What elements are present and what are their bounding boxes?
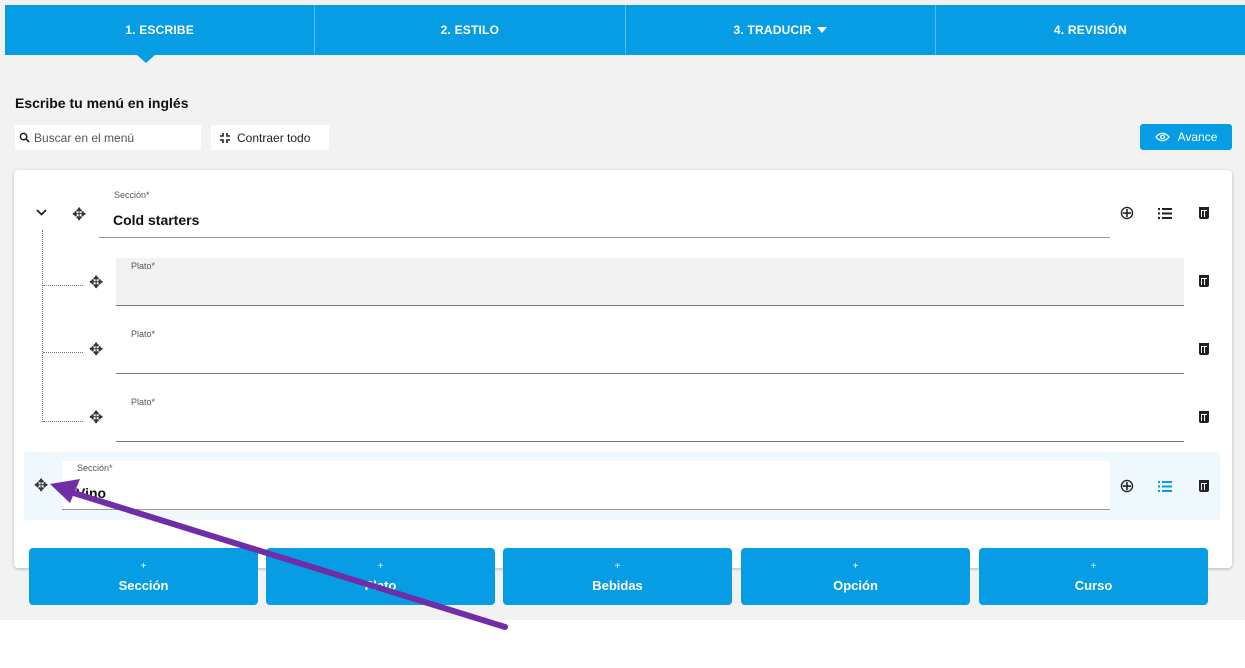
caret-down-icon	[816, 27, 827, 33]
plus-icon: +	[377, 560, 384, 572]
add-course-button[interactable]: + Curso	[979, 548, 1208, 605]
drag-handle-icon[interactable]: ✥	[34, 477, 48, 494]
dish-label: Plato*	[131, 261, 156, 271]
add-section-label: Sección	[118, 577, 169, 593]
step-tabs: 1. ESCRIBE 2. ESTILO 3. TRADUCIR 4. REVI…	[5, 5, 1245, 55]
dish-label: Plato*	[131, 329, 156, 339]
chevron-down-icon[interactable]	[36, 209, 47, 216]
search-input[interactable]: Buscar en el menú	[34, 131, 134, 145]
collapse-all-label: Contraer todo	[237, 130, 311, 145]
drag-handle-icon[interactable]: ✥	[89, 341, 103, 358]
tree-branch	[43, 421, 83, 423]
collapse-all-button[interactable]: Contraer todo	[211, 125, 329, 150]
delete-dish-icon[interactable]	[1199, 275, 1209, 287]
section-field[interactable]	[62, 461, 1110, 509]
add-dish-label: Plato	[364, 577, 397, 593]
dish-underline	[116, 441, 1184, 442]
active-tab-pointer	[137, 55, 155, 63]
add-section-button[interactable]: + Sección	[29, 548, 258, 605]
tab-revision[interactable]: 4. REVISIÓN	[936, 5, 1245, 55]
dish-field[interactable]: Plato*	[116, 258, 1184, 306]
plus-icon: +	[140, 560, 147, 572]
dish-underline	[116, 305, 1184, 306]
add-circle-icon[interactable]: ⊕	[1119, 204, 1135, 223]
page-title: Escribe tu menú en inglés	[15, 95, 189, 111]
drag-handle-icon[interactable]: ✥	[72, 206, 86, 223]
section-label: Sección*	[114, 190, 150, 200]
delete-section-icon[interactable]	[1199, 480, 1209, 492]
drag-handle-icon[interactable]: ✥	[89, 409, 103, 426]
delete-section-icon[interactable]	[1199, 207, 1209, 219]
drag-handle-icon[interactable]: ✥	[89, 274, 103, 291]
dish-field[interactable]: Plato*	[116, 326, 1184, 374]
delete-dish-icon[interactable]	[1199, 343, 1209, 355]
plus-icon: +	[852, 560, 859, 572]
dish-underline	[116, 373, 1184, 374]
tree-branch	[43, 285, 83, 287]
section-name-input[interactable]: Cold starters	[113, 212, 199, 228]
section-label: Sección*	[77, 463, 113, 473]
list-icon[interactable]	[1158, 481, 1172, 492]
tab-traducir[interactable]: 3. TRADUCIR	[626, 5, 936, 55]
list-icon[interactable]	[1158, 208, 1172, 219]
add-option-button[interactable]: + Opción	[741, 548, 970, 605]
delete-dish-icon[interactable]	[1199, 411, 1209, 423]
preview-button[interactable]: Avance	[1140, 124, 1232, 150]
plus-icon: +	[1090, 560, 1097, 572]
tab-revision-label: 4. REVISIÓN	[1053, 23, 1127, 37]
collapse-icon	[220, 132, 230, 143]
add-course-label: Curso	[1074, 577, 1113, 593]
eye-icon	[1154, 132, 1170, 142]
add-dish-button[interactable]: + Plato	[266, 548, 495, 605]
search-icon	[19, 132, 30, 143]
tab-estilo-label: 2. ESTILO	[440, 23, 500, 37]
preview-label: Avance	[1177, 130, 1218, 144]
add-drinks-button[interactable]: + Bebidas	[503, 548, 732, 605]
plus-icon: +	[614, 560, 621, 572]
tab-traducir-label: 3. TRADUCIR	[733, 23, 812, 37]
add-option-label: Opción	[833, 577, 878, 593]
tab-estilo[interactable]: 2. ESTILO	[315, 5, 626, 55]
dish-label: Plato*	[131, 397, 156, 407]
tab-escribe-label: 1. ESCRIBE	[125, 23, 194, 37]
tree-connector	[42, 230, 44, 422]
section-underline	[99, 237, 1110, 238]
dish-field[interactable]: Plato*	[116, 394, 1184, 442]
tab-escribe[interactable]: 1. ESCRIBE	[5, 5, 316, 55]
add-circle-icon[interactable]: ⊕	[1119, 477, 1135, 496]
section-underline	[62, 509, 1110, 510]
section-name-input[interactable]: Vino	[76, 485, 106, 501]
search-box[interactable]: Buscar en el menú	[15, 125, 201, 150]
tree-branch	[43, 352, 83, 354]
add-drinks-label: Bebidas	[592, 577, 643, 593]
